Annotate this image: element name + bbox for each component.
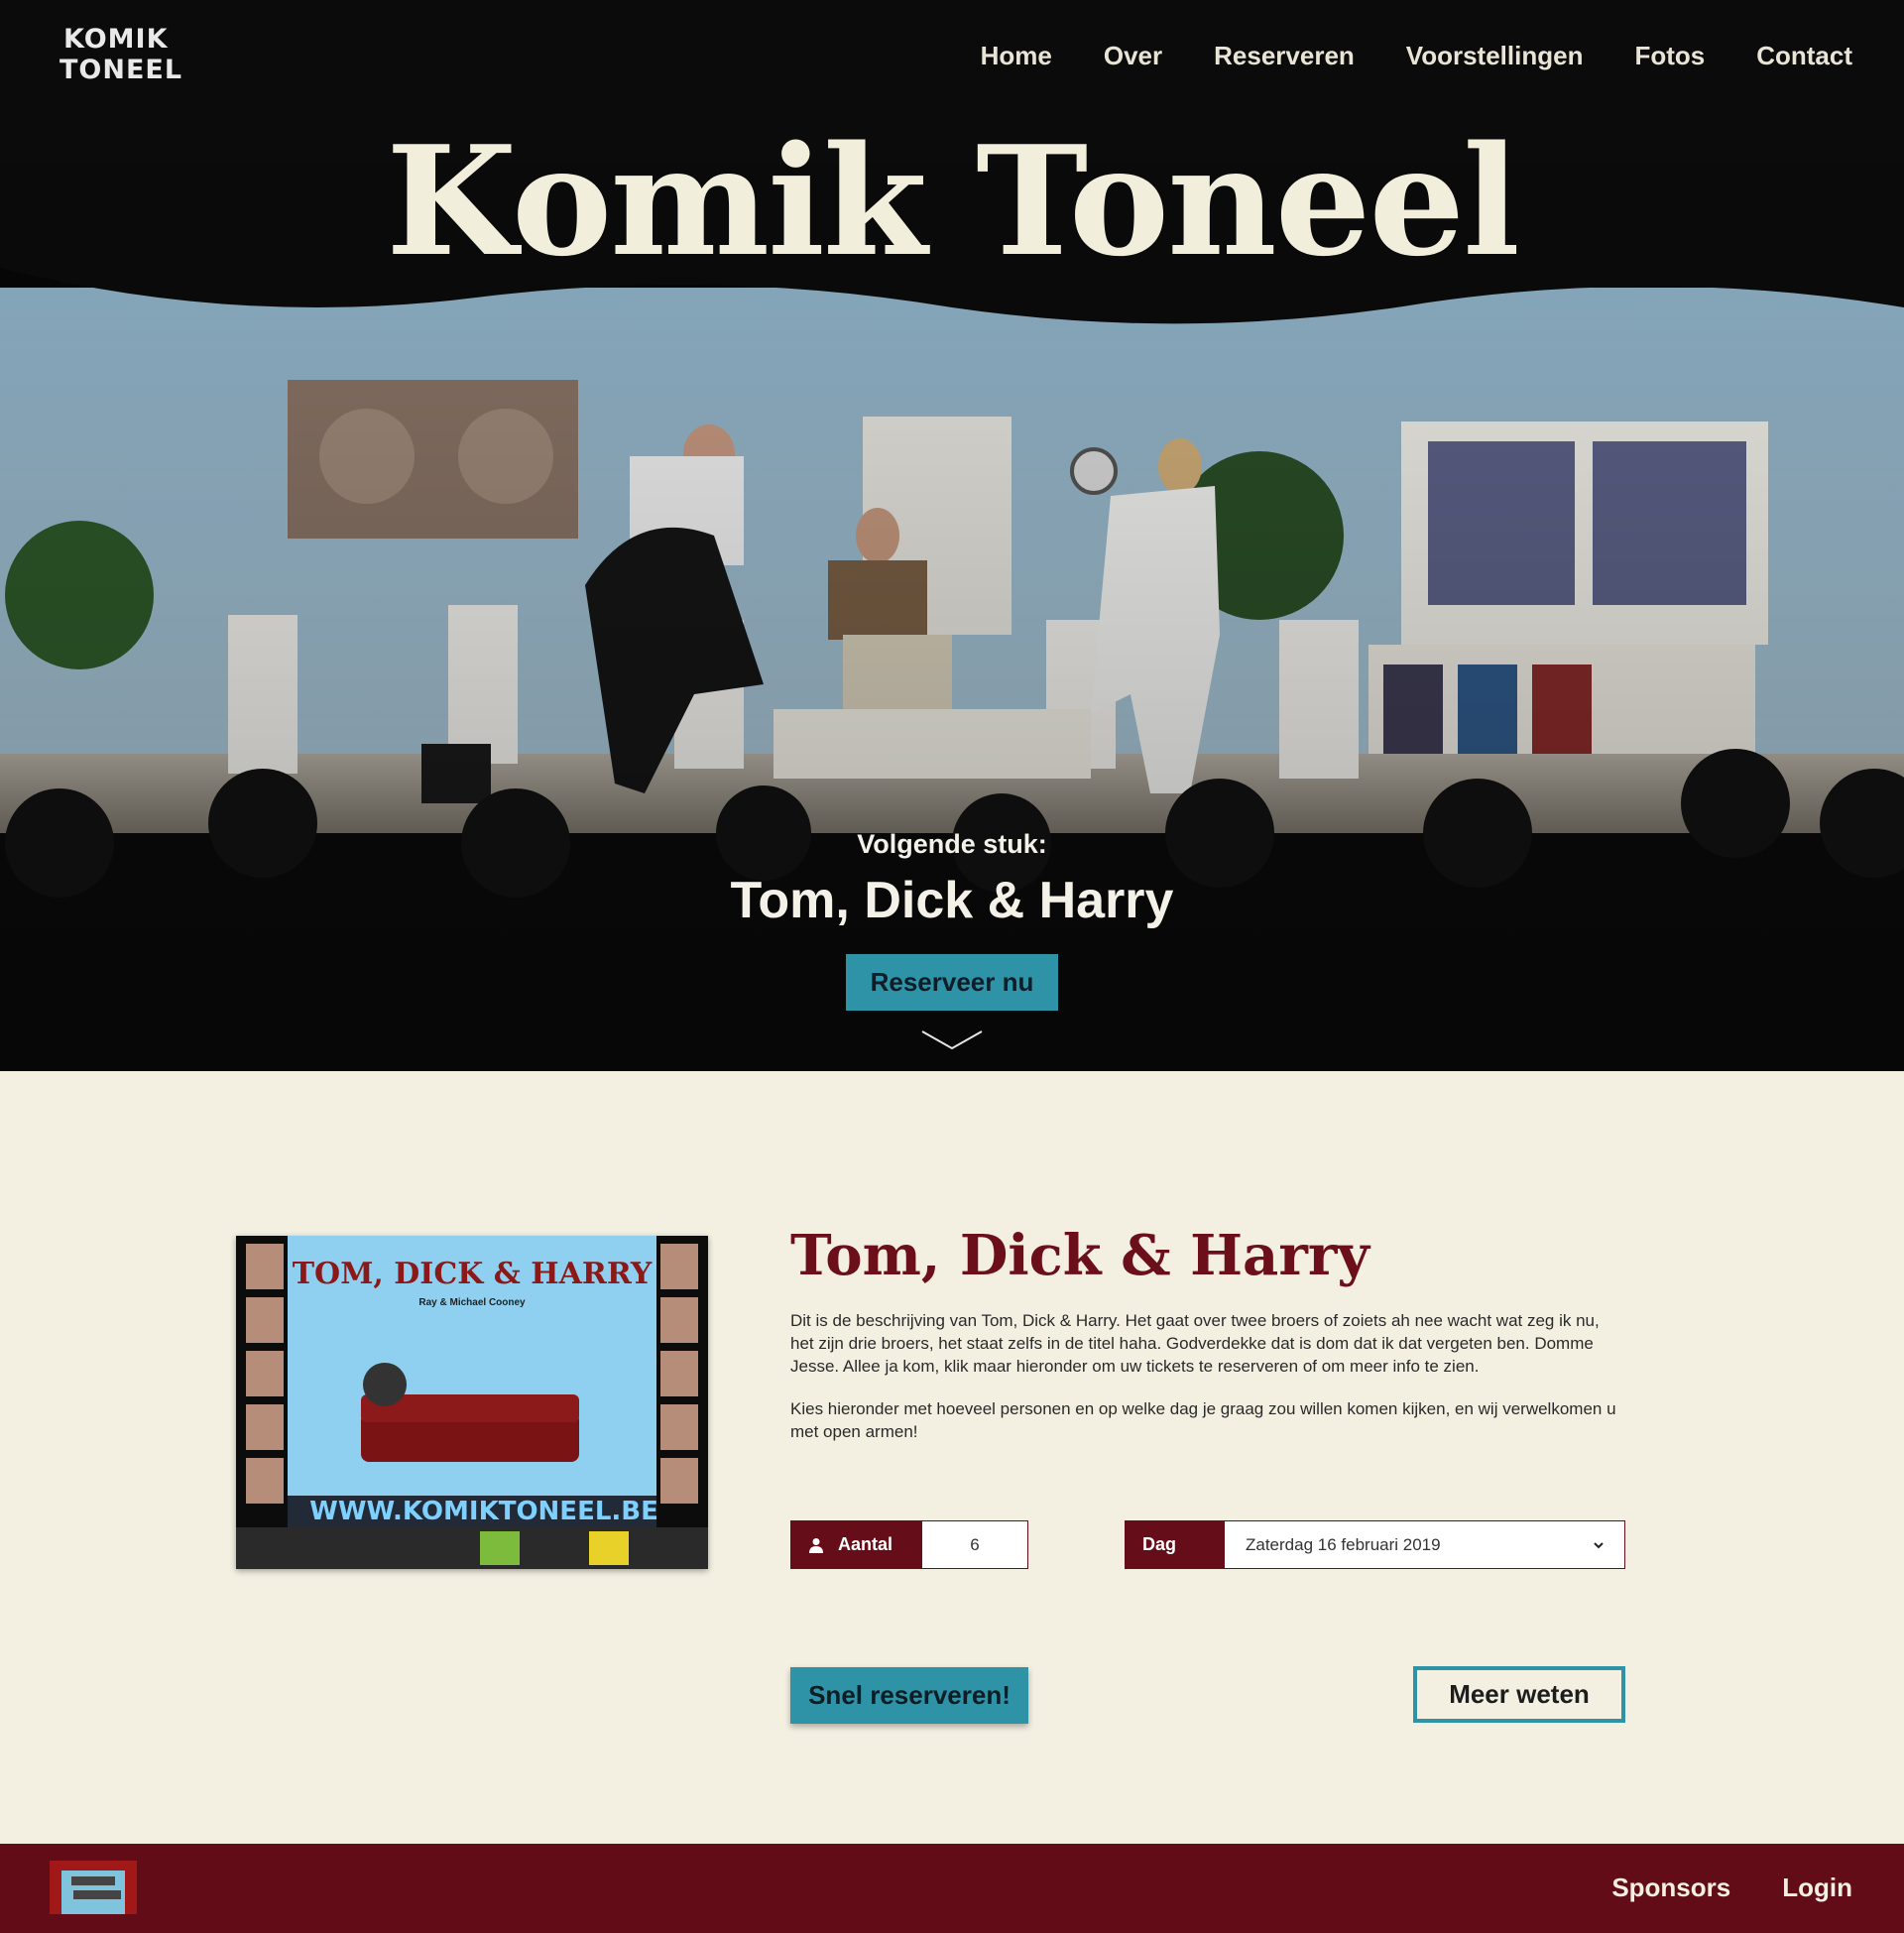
- more-info-button[interactable]: Meer weten: [1413, 1666, 1625, 1723]
- amount-label: Aantal: [790, 1520, 922, 1569]
- hero-title: Komik Toneel: [386, 112, 1520, 290]
- hero-section: KOMIK TONEEL Home Over Reserveren Voorst…: [0, 0, 1904, 1071]
- reserve-now-button[interactable]: Reserveer nu: [846, 954, 1058, 1011]
- next-show-label: Volgende stuk:: [857, 829, 1047, 859]
- day-label: Dag: [1125, 1520, 1225, 1569]
- amount-field-group: Aantal: [790, 1520, 1028, 1569]
- show-description: Dit is de beschrijving van Tom, Dick & H…: [790, 1309, 1623, 1463]
- nav-link-contact[interactable]: Contact: [1756, 38, 1852, 73]
- nav-link-voorstellingen[interactable]: Voorstellingen: [1406, 38, 1584, 73]
- nav-link-fotos[interactable]: Fotos: [1634, 38, 1705, 73]
- logo-text-line1: KOMIK: [63, 24, 169, 55]
- nav-link-reserveren[interactable]: Reserveren: [1214, 38, 1355, 73]
- site-logo[interactable]: KOMIK TONEEL: [60, 24, 184, 89]
- amount-label-text: Aantal: [838, 1534, 893, 1554]
- footer-link-sponsors[interactable]: Sponsors: [1611, 1870, 1730, 1905]
- show-instructions-paragraph: Kies hieronder met hoeveel personen en o…: [790, 1399, 1616, 1441]
- chevron-down-icon: [1594, 1542, 1604, 1549]
- day-select-value: Zaterdag 16 februari 2019: [1246, 1534, 1441, 1554]
- poster-website-text: WWW.KOMIKTONEEL.BE: [309, 1497, 658, 1526]
- poster-title-text: TOM, DICK & HARRY: [293, 1257, 653, 1291]
- next-show-title: Tom, Dick & Harry: [730, 872, 1174, 929]
- day-field-group: Dag Zaterdag 16 februari 2019: [1125, 1520, 1625, 1569]
- show-description-paragraph: Dit is de beschrijving van Tom, Dick & H…: [790, 1311, 1600, 1376]
- footer-nav: Sponsors Login: [1560, 1870, 1852, 1905]
- main-nav: Home Over Reserveren Voorstellingen Foto…: [929, 38, 1852, 73]
- user-icon: [809, 1537, 823, 1553]
- quick-reserve-button[interactable]: Snel reserveren!: [790, 1667, 1028, 1724]
- nav-link-home[interactable]: Home: [981, 38, 1052, 73]
- logo-text-line2: TONEEL: [60, 55, 183, 85]
- top-navbar: KOMIK TONEEL Home Over Reserveren Voorst…: [0, 0, 1904, 114]
- poster-authors-text: Ray & Michael Cooney: [418, 1297, 526, 1308]
- chevron-down-icon[interactable]: [920, 1029, 984, 1051]
- footer: Sponsors Login: [0, 1844, 1904, 1933]
- nav-link-over[interactable]: Over: [1104, 38, 1162, 73]
- footer-link-login[interactable]: Login: [1782, 1870, 1852, 1905]
- show-poster-image: TOM, DICK & HARRY Ray & Michael Cooney W…: [236, 1236, 708, 1569]
- footer-logo[interactable]: [50, 1861, 137, 1914]
- amount-input[interactable]: [922, 1520, 1028, 1569]
- day-select[interactable]: Zaterdag 16 februari 2019: [1225, 1520, 1625, 1569]
- show-title: Tom, Dick & Harry: [790, 1223, 1369, 1288]
